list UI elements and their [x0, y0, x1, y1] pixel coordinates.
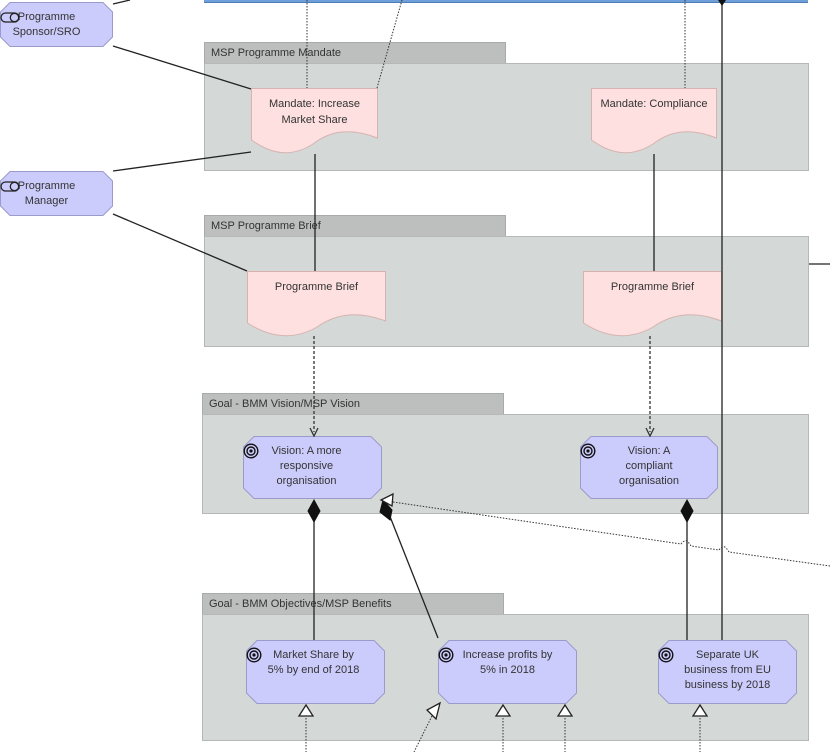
top-junction-dot: [718, 0, 726, 6]
realization-arrowhead: [691, 703, 709, 717]
realization-arrowhead: [494, 703, 512, 717]
connector-realization-diag[interactable]: [413, 715, 433, 752]
realization-arrowhead: [556, 703, 574, 717]
connectors-layer: [112, 0, 830, 752]
connector-top-to-mandate-market-diag[interactable]: [376, 0, 403, 89]
realization-arrowhead: [297, 703, 315, 717]
realization-arrowhead: [425, 701, 441, 721]
connector-manager-to-mandate[interactable]: [112, 151, 252, 172]
connector-sponsor-top[interactable]: [112, 0, 131, 5]
connector-manager-to-brief[interactable]: [112, 213, 248, 272]
connector-vision-to-profits[interactable]: [388, 513, 439, 639]
connector-sponsor-to-mandate[interactable]: [112, 45, 252, 90]
connector-influence-to-vision[interactable]: [392, 501, 830, 567]
composition-diamond: [307, 498, 321, 524]
composition-diamond: [680, 498, 694, 524]
